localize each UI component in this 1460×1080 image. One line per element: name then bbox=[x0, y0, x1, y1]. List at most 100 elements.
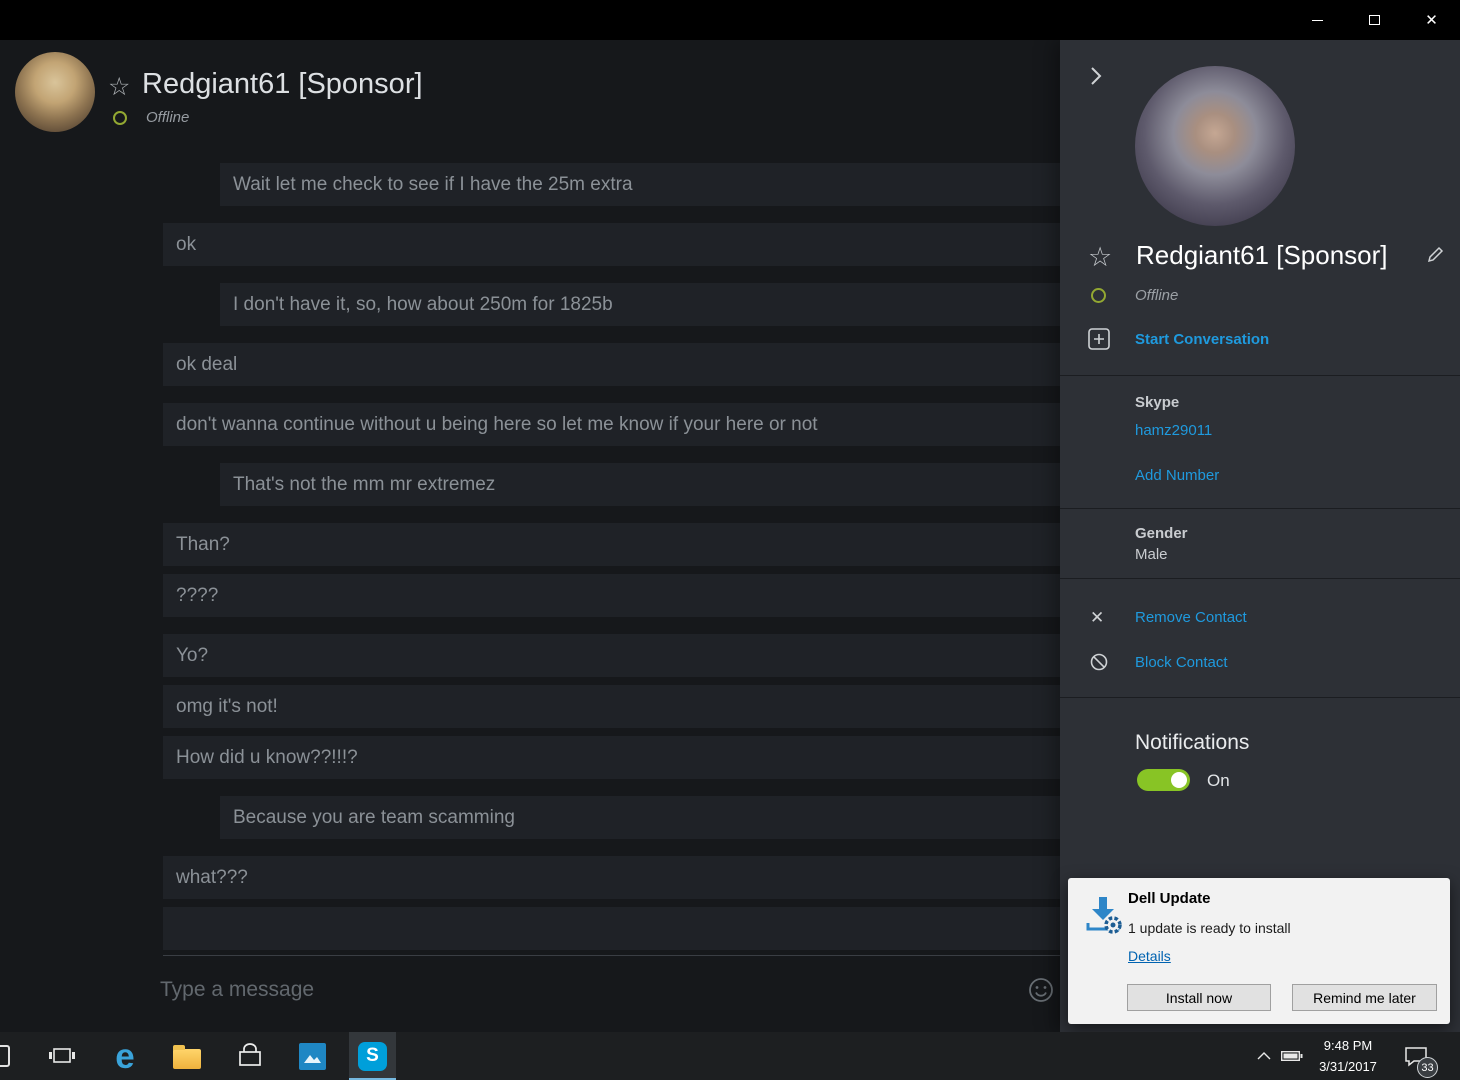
message-text: ok bbox=[176, 233, 197, 255]
skype-taskbar-button[interactable]: S bbox=[349, 1032, 396, 1080]
message-text: don't wanna continue without u being her… bbox=[176, 413, 818, 435]
close-button[interactable]: ✕ bbox=[1403, 0, 1460, 40]
message-row: That's not the mm mr extremez bbox=[220, 463, 1060, 506]
divider bbox=[1060, 508, 1460, 509]
start-conversation-label: Start Conversation bbox=[1135, 330, 1270, 348]
presence-label: Offline bbox=[1135, 287, 1179, 304]
battery-icon bbox=[1281, 1051, 1303, 1062]
chat-panel: ☆ Redgiant61 [Sponsor] Offline Wait let … bbox=[0, 40, 1060, 1032]
skype-section-label: Skype bbox=[1135, 394, 1180, 411]
message-input[interactable] bbox=[160, 968, 860, 1012]
clock-date: 3/31/2017 bbox=[1319, 1059, 1377, 1074]
message-row: Yo? bbox=[163, 634, 1060, 677]
message-row: ok deal bbox=[163, 343, 1060, 386]
message-row: Than? bbox=[163, 523, 1060, 566]
contact-avatar[interactable] bbox=[15, 52, 95, 132]
block-contact-icon bbox=[1090, 653, 1108, 676]
message-row: I don't have it, so, how about 250m for … bbox=[220, 283, 1060, 326]
notifications-state-label: On bbox=[1207, 771, 1230, 790]
edge-button[interactable]: e bbox=[103, 1032, 147, 1080]
remind-me-later-button[interactable]: Remind me later bbox=[1292, 984, 1437, 1011]
taskbar-clock[interactable]: 9:48 PM 3/31/2017 bbox=[1306, 1035, 1390, 1077]
presence-icon bbox=[113, 111, 127, 125]
minimize-button[interactable] bbox=[1289, 0, 1346, 40]
message-text: How did u know??!!!? bbox=[176, 746, 358, 768]
folder-icon bbox=[173, 1044, 201, 1069]
divider bbox=[1060, 578, 1460, 579]
minimize-icon bbox=[1312, 19, 1323, 21]
notification-title: Dell Update bbox=[1128, 890, 1211, 907]
edge-icon: e bbox=[115, 1036, 135, 1076]
presence-icon bbox=[1091, 288, 1106, 303]
message-text: Wait let me check to see if I have the 2… bbox=[233, 173, 633, 195]
gender-value: Male bbox=[1135, 546, 1168, 563]
favorite-star-icon[interactable]: ☆ bbox=[1088, 242, 1112, 273]
store-button[interactable] bbox=[228, 1032, 272, 1080]
photos-icon bbox=[298, 1042, 326, 1070]
message-text: Than? bbox=[176, 533, 230, 555]
edit-name-button[interactable] bbox=[1426, 244, 1446, 264]
maximize-button[interactable] bbox=[1346, 0, 1403, 40]
message-list: Wait let me check to see if I have the 2… bbox=[0, 163, 1060, 950]
toggle-knob bbox=[1171, 772, 1187, 788]
show-hidden-icons-button[interactable] bbox=[1250, 1032, 1278, 1080]
skype-icon: S bbox=[358, 1041, 387, 1071]
divider bbox=[1060, 375, 1460, 376]
message-row: what??? bbox=[163, 856, 1060, 899]
message-row bbox=[163, 907, 1060, 950]
notification-message: 1 update is ready to install bbox=[1128, 920, 1291, 936]
taskbar: e S 9:48 PM 3/31/2017 33 bbox=[0, 1032, 1460, 1080]
message-text: I don't have it, so, how about 250m for … bbox=[233, 293, 613, 315]
pencil-icon bbox=[1427, 246, 1444, 263]
message-row: Because you are team scamming bbox=[220, 796, 1060, 839]
install-now-button[interactable]: Install now bbox=[1127, 984, 1271, 1011]
chevron-right-icon bbox=[1091, 67, 1102, 85]
message-text: That's not the mm mr extremez bbox=[233, 473, 496, 495]
emoji-button[interactable] bbox=[1028, 977, 1054, 1003]
message-text: ???? bbox=[176, 584, 219, 606]
task-view-button[interactable] bbox=[40, 1032, 84, 1080]
photos-button[interactable] bbox=[290, 1032, 334, 1080]
message-row: omg it's not! bbox=[163, 685, 1060, 728]
chevron-up-icon bbox=[1257, 1051, 1271, 1059]
battery-button[interactable] bbox=[1278, 1032, 1306, 1080]
maximize-icon bbox=[1369, 15, 1380, 25]
presence-label: Offline bbox=[146, 109, 190, 126]
add-number-link[interactable]: Add Number bbox=[1135, 467, 1219, 484]
message-row: How did u know??!!!? bbox=[163, 736, 1060, 779]
message-row: ???? bbox=[163, 574, 1060, 617]
shopping-bag-icon bbox=[239, 1043, 261, 1066]
add-conversation-icon bbox=[1088, 328, 1110, 350]
window-controls: ✕ bbox=[1289, 0, 1460, 40]
dell-update-icon bbox=[1080, 892, 1126, 943]
message-text: what??? bbox=[176, 866, 248, 888]
smiley-icon bbox=[1029, 978, 1053, 1002]
notification-count-badge: 33 bbox=[1417, 1057, 1438, 1078]
start-conversation-button[interactable]: Start Conversation bbox=[1088, 328, 1269, 350]
notifications-toggle[interactable] bbox=[1137, 769, 1190, 791]
dell-update-notification: Dell Update 1 update is ready to install… bbox=[1068, 878, 1450, 1024]
file-explorer-button[interactable] bbox=[165, 1032, 209, 1080]
message-text: Yo? bbox=[176, 644, 209, 666]
title-bar: ✕ bbox=[0, 0, 1460, 40]
remove-contact-link[interactable]: Remove Contact bbox=[1135, 609, 1247, 626]
profile-name: Redgiant61 [Sponsor] bbox=[1136, 240, 1388, 270]
gender-label: Gender bbox=[1135, 525, 1188, 542]
message-text: omg it's not! bbox=[176, 695, 278, 717]
taskbar-partial-icon[interactable] bbox=[0, 1045, 10, 1067]
chat-title: Redgiant61 [Sponsor] bbox=[142, 68, 423, 100]
clock-time: 9:48 PM bbox=[1323, 1038, 1373, 1053]
message-row: ok bbox=[163, 223, 1060, 266]
message-row: Wait let me check to see if I have the 2… bbox=[220, 163, 1060, 206]
block-contact-link[interactable]: Block Contact bbox=[1135, 654, 1228, 671]
message-row: don't wanna continue without u being her… bbox=[163, 403, 1060, 446]
message-text: ok deal bbox=[176, 353, 238, 375]
collapse-panel-button[interactable] bbox=[1090, 66, 1114, 90]
skype-id-link[interactable]: hamz29011 bbox=[1135, 422, 1212, 439]
notifications-heading: Notifications bbox=[1135, 731, 1250, 754]
favorite-star-icon[interactable]: ☆ bbox=[108, 72, 130, 102]
message-text: Because you are team scamming bbox=[233, 806, 515, 828]
close-icon: ✕ bbox=[1425, 11, 1438, 29]
profile-avatar bbox=[1135, 66, 1295, 226]
details-link[interactable]: Details bbox=[1128, 948, 1171, 964]
